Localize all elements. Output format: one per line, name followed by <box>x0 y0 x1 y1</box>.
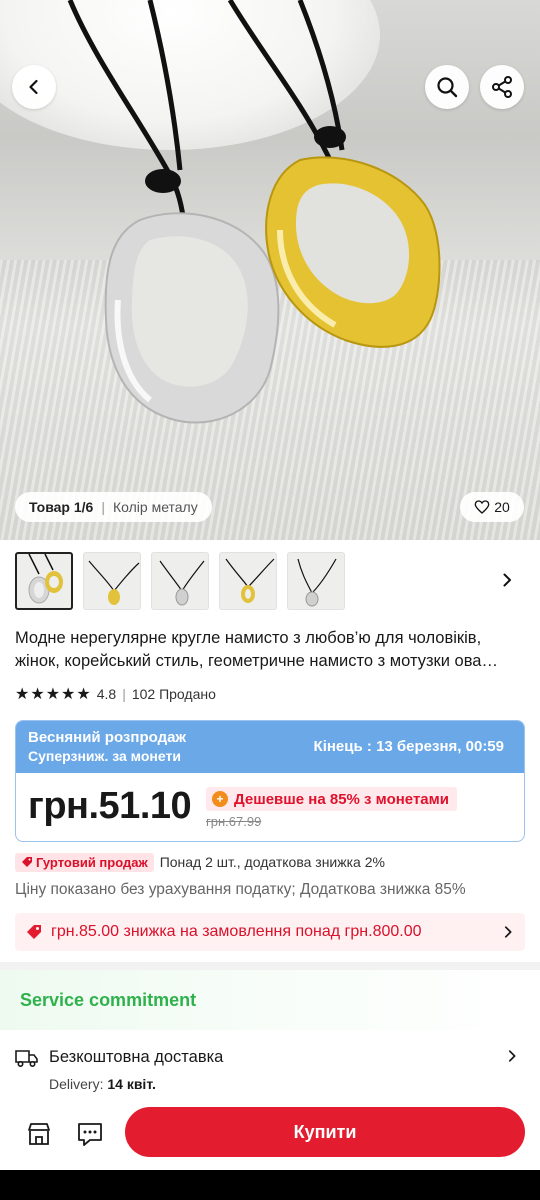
bulk-sale-row[interactable]: Гуртовий продаж Понад 2 шт., додаткова з… <box>15 852 385 872</box>
thumbnail-strip <box>15 551 525 611</box>
share-icon <box>492 76 512 98</box>
service-title: Service commitment <box>20 990 197 1010</box>
chat-icon <box>78 1123 102 1146</box>
star-rating: ★ ★ ★ ★ ★ <box>15 684 91 704</box>
wishlist-button[interactable]: 20 <box>460 492 524 522</box>
bulk-sale-badge: Гуртовий продаж <box>15 852 154 872</box>
tax-note: Ціну показано без урахування податку; До… <box>15 881 466 898</box>
chat-button[interactable] <box>76 1121 104 1152</box>
store-icon <box>28 1123 50 1145</box>
sale-subtitle: Суперзниж. за монети <box>28 748 181 764</box>
coin-icon: + <box>212 791 228 807</box>
thumbnail-image <box>159 560 205 606</box>
pill-separator: | <box>101 499 105 515</box>
variant-label: Колір металу <box>112 499 198 515</box>
coupon-row[interactable]: грн.85.00 знижка на замовлення понад грн… <box>15 913 525 951</box>
coupon-text: грн.85.00 знижка на замовлення понад грн… <box>51 923 422 940</box>
ends-value: 13 березня, 00:59 <box>376 738 504 755</box>
thumbnail-image <box>88 560 140 605</box>
section-divider <box>0 962 540 970</box>
search-icon <box>437 77 458 98</box>
coupon-icon <box>27 925 41 939</box>
image-counter: Товар 1/6 <box>29 499 94 515</box>
product-title[interactable]: Модне нерегулярне кругле намисто з любов… <box>15 627 525 673</box>
bottom-action-bar: Купити <box>0 1100 540 1170</box>
back-button[interactable] <box>12 65 56 109</box>
thumbnail-image <box>225 558 275 603</box>
thumbnail-image <box>28 554 63 604</box>
promo-header: Весняний розпродаж Суперзниж. за монети … <box>16 721 524 773</box>
thumbnail-4[interactable] <box>219 552 277 610</box>
buy-button[interactable]: Купити <box>125 1107 525 1157</box>
bulk-badge-label: Гуртовий продаж <box>36 854 148 870</box>
rating-row[interactable]: ★ ★ ★ ★ ★ 4.8 | 102 Продано <box>15 684 216 704</box>
rating-divider: | <box>122 686 126 702</box>
thumbnail-image <box>297 558 337 607</box>
sale-countdown: Кінець : 13 березня, 00:59 <box>314 738 504 755</box>
star-icon: ★ <box>61 686 76 703</box>
share-button[interactable] <box>480 65 524 109</box>
thumbnail-1[interactable] <box>15 552 73 610</box>
likes-count: 20 <box>494 499 510 515</box>
heart-icon <box>474 500 490 514</box>
star-icon: ★ <box>30 686 45 703</box>
sold-count: 102 Продано <box>131 686 216 702</box>
bulk-sale-text: Понад 2 шт., додаткова знижка 2% <box>159 854 385 870</box>
star-icon: ★ <box>15 686 30 703</box>
thumbnail-5[interactable] <box>287 552 345 610</box>
old-price: грн.67.99 <box>206 814 262 829</box>
delivery-estimate: Delivery: 14 квіт. <box>49 1076 156 1092</box>
delivery-label: Delivery: <box>49 1076 104 1092</box>
service-commitment-header: Service commitment <box>0 970 540 1030</box>
delivery-row[interactable]: Безкоштовна доставка Delivery: 14 квіт. <box>15 1045 525 1097</box>
ends-label: Кінець : <box>313 738 372 755</box>
thumbnail-3[interactable] <box>151 552 209 610</box>
coin-offer-text: Дешевше на 85% з монетами <box>234 790 449 808</box>
promo-card: Весняний розпродаж Суперзниж. за монети … <box>15 720 525 842</box>
image-counter-pill[interactable]: Товар 1/6 | Колір металу <box>15 492 212 522</box>
truck-icon <box>15 1050 38 1068</box>
current-price: грн.51.10 <box>28 785 192 827</box>
product-image-gallery[interactable]: Товар 1/6 | Колір металу 20 <box>0 0 540 540</box>
coin-discount-tag[interactable]: + Дешевше на 85% з монетами <box>206 787 457 811</box>
sale-name: Весняний розпродаж <box>28 729 187 746</box>
rating-value: 4.8 <box>96 686 117 702</box>
delivery-date: 14 квіт. <box>107 1076 156 1092</box>
chevron-left-icon <box>29 79 38 95</box>
system-navigation-bar <box>0 1170 540 1200</box>
star-icon: ★ <box>76 686 91 703</box>
chevron-right-icon <box>503 573 511 587</box>
thumbnail-2[interactable] <box>83 552 141 610</box>
tag-icon <box>22 857 32 867</box>
search-button[interactable] <box>425 65 469 109</box>
chevron-right-icon <box>508 1050 516 1062</box>
thumbnails-next-button[interactable] <box>495 568 519 592</box>
chevron-right-icon <box>504 926 512 938</box>
star-icon: ★ <box>45 686 61 703</box>
delivery-title: Безкоштовна доставка <box>49 1048 224 1066</box>
store-button[interactable] <box>26 1121 52 1152</box>
